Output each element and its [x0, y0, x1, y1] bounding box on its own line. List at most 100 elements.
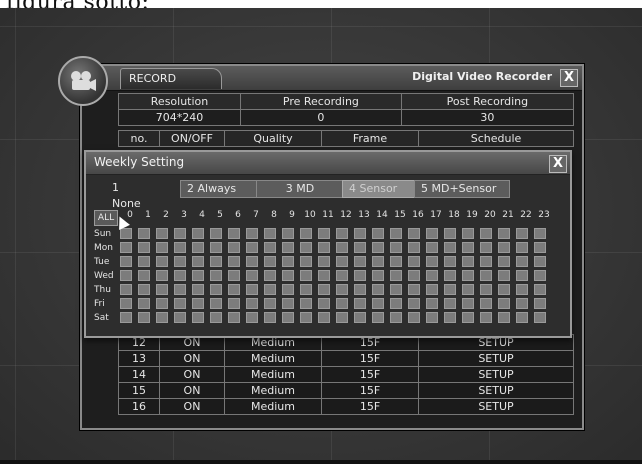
schedule-cell[interactable]: [300, 256, 312, 267]
row-frame[interactable]: 15F: [321, 350, 419, 367]
mode-none[interactable]: 1 None: [106, 180, 147, 210]
schedule-cell[interactable]: [282, 284, 294, 295]
day-label[interactable]: Mon: [94, 242, 120, 254]
day-label[interactable]: Thu: [94, 284, 120, 296]
hour-label[interactable]: 8: [268, 210, 280, 220]
hour-label[interactable]: 7: [250, 210, 262, 220]
schedule-cell[interactable]: [246, 284, 258, 295]
schedule-cell[interactable]: [354, 242, 366, 253]
resolution-value[interactable]: 704*240: [117, 109, 242, 126]
schedule-cell[interactable]: [498, 312, 510, 323]
schedule-cell[interactable]: [246, 242, 258, 253]
pre-recording-value[interactable]: 0: [240, 109, 402, 126]
schedule-cell[interactable]: [390, 270, 402, 281]
hour-label[interactable]: 18: [448, 210, 460, 220]
hour-label[interactable]: 21: [502, 210, 514, 220]
schedule-cell[interactable]: [210, 256, 222, 267]
schedule-cell[interactable]: [228, 270, 240, 281]
row-quality[interactable]: Medium: [224, 382, 322, 399]
schedule-cell[interactable]: [354, 312, 366, 323]
row-frame[interactable]: 15F: [321, 366, 419, 383]
schedule-cell[interactable]: [426, 312, 438, 323]
schedule-cell[interactable]: [120, 256, 132, 267]
mode-always[interactable]: 2 Always: [180, 180, 260, 198]
schedule-cell[interactable]: [174, 242, 186, 253]
schedule-cell[interactable]: [318, 312, 330, 323]
schedule-cell[interactable]: [426, 298, 438, 309]
schedule-cell[interactable]: [516, 228, 528, 239]
schedule-cell[interactable]: [354, 228, 366, 239]
schedule-cell[interactable]: [336, 312, 348, 323]
mode-md[interactable]: 3 MD: [256, 180, 344, 198]
schedule-cell[interactable]: [372, 242, 384, 253]
schedule-cell[interactable]: [390, 228, 402, 239]
hour-label[interactable]: 16: [412, 210, 424, 220]
schedule-cell[interactable]: [480, 298, 492, 309]
schedule-cell[interactable]: [156, 312, 168, 323]
hour-label[interactable]: 13: [358, 210, 370, 220]
schedule-cell[interactable]: [138, 270, 150, 281]
schedule-cell[interactable]: [354, 270, 366, 281]
schedule-cell[interactable]: [264, 256, 276, 267]
schedule-cell[interactable]: [408, 298, 420, 309]
hour-label[interactable]: 22: [520, 210, 532, 220]
schedule-cell[interactable]: [516, 242, 528, 253]
post-recording-value[interactable]: 30: [400, 109, 575, 126]
schedule-cell[interactable]: [318, 242, 330, 253]
day-label[interactable]: Fri: [94, 298, 120, 310]
schedule-cell[interactable]: [480, 270, 492, 281]
hour-label[interactable]: 23: [538, 210, 550, 220]
hour-label[interactable]: 9: [286, 210, 298, 220]
mode-md-sensor[interactable]: 5 MD+Sensor: [414, 180, 510, 198]
schedule-cell[interactable]: [156, 242, 168, 253]
schedule-cell[interactable]: [192, 228, 204, 239]
row-onoff[interactable]: ON: [159, 382, 225, 399]
row-schedule-setup[interactable]: SETUP: [418, 350, 574, 367]
schedule-cell[interactable]: [372, 284, 384, 295]
schedule-cell[interactable]: [120, 312, 132, 323]
schedule-cell[interactable]: [246, 256, 258, 267]
schedule-cell[interactable]: [138, 298, 150, 309]
schedule-cell[interactable]: [444, 284, 456, 295]
schedule-cell[interactable]: [300, 228, 312, 239]
hour-label[interactable]: 17: [430, 210, 442, 220]
schedule-cell[interactable]: [264, 312, 276, 323]
schedule-cell[interactable]: [534, 228, 546, 239]
schedule-cell[interactable]: [228, 284, 240, 295]
schedule-cell[interactable]: [192, 256, 204, 267]
schedule-cell[interactable]: [372, 298, 384, 309]
schedule-cell[interactable]: [300, 298, 312, 309]
schedule-cell[interactable]: [516, 312, 528, 323]
schedule-cell[interactable]: [426, 284, 438, 295]
schedule-cell[interactable]: [138, 242, 150, 253]
schedule-cell[interactable]: [156, 228, 168, 239]
schedule-cell[interactable]: [228, 242, 240, 253]
schedule-cell[interactable]: [480, 312, 492, 323]
schedule-cell[interactable]: [534, 284, 546, 295]
schedule-cell[interactable]: [300, 312, 312, 323]
schedule-cell[interactable]: [462, 284, 474, 295]
schedule-cell[interactable]: [354, 284, 366, 295]
schedule-cell[interactable]: [444, 242, 456, 253]
schedule-cell[interactable]: [336, 284, 348, 295]
schedule-cell[interactable]: [156, 284, 168, 295]
schedule-cell[interactable]: [408, 270, 420, 281]
schedule-cell[interactable]: [318, 256, 330, 267]
schedule-cell[interactable]: [174, 270, 186, 281]
row-onoff[interactable]: ON: [159, 366, 225, 383]
hour-label[interactable]: 11: [322, 210, 334, 220]
schedule-cell[interactable]: [390, 284, 402, 295]
schedule-cell[interactable]: [336, 228, 348, 239]
schedule-cell[interactable]: [372, 270, 384, 281]
schedule-cell[interactable]: [210, 242, 222, 253]
schedule-cell[interactable]: [192, 270, 204, 281]
hour-label[interactable]: 15: [394, 210, 406, 220]
schedule-cell[interactable]: [228, 256, 240, 267]
close-button[interactable]: X: [560, 69, 578, 87]
row-onoff[interactable]: ON: [159, 398, 225, 415]
schedule-cell[interactable]: [282, 298, 294, 309]
schedule-cell[interactable]: [408, 284, 420, 295]
schedule-cell[interactable]: [282, 256, 294, 267]
schedule-cell[interactable]: [444, 228, 456, 239]
hour-label[interactable]: 20: [484, 210, 496, 220]
